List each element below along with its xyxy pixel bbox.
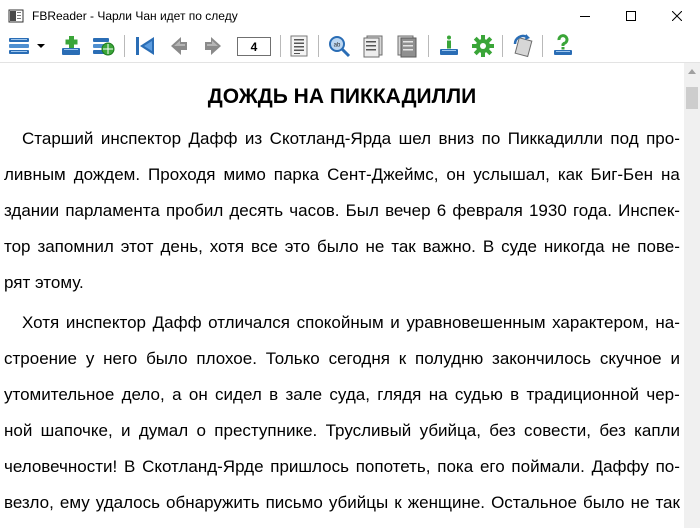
network-library-button[interactable]	[90, 33, 116, 59]
rotate-button[interactable]	[510, 33, 536, 59]
window-controls	[562, 0, 700, 31]
close-icon	[672, 10, 682, 21]
svg-text:ab: ab	[334, 43, 341, 49]
text-line: везло, ему удалось обнаружить письмо убийцы к ж…	[4, 493, 680, 512]
forward-icon	[205, 37, 221, 55]
table-of-contents-button[interactable]	[286, 33, 312, 59]
text-line: здании парламента пробил десять часов. Был веч…	[4, 201, 680, 220]
dropdown-arrow-icon	[37, 44, 45, 48]
text-line: рят этому.	[4, 273, 84, 292]
book-info-button[interactable]	[436, 33, 462, 59]
library-button[interactable]	[6, 33, 32, 59]
settings-icon	[472, 35, 494, 57]
network-library-icon	[93, 38, 115, 56]
back-icon	[171, 37, 187, 55]
go-to-start-icon	[136, 37, 154, 55]
maximize-icon	[626, 10, 636, 21]
back-button[interactable]	[166, 33, 192, 59]
go-to-start-button[interactable]	[132, 33, 158, 59]
page-number-input[interactable]	[237, 37, 271, 56]
table-of-contents-icon	[290, 35, 308, 57]
help-icon	[554, 34, 572, 55]
help-button[interactable]	[550, 33, 576, 59]
toolbar-separator	[318, 35, 319, 57]
scroll-up-arrow-icon	[688, 69, 696, 74]
minimize-icon	[580, 15, 590, 17]
text-line: тор запомнил этот день, хотя все это было не так в…	[4, 237, 680, 256]
search-icon: ab	[329, 36, 351, 58]
forward-button[interactable]	[200, 33, 226, 59]
book-page[interactable]: ДОЖДЬ НА ПИККАДИЛЛИ Старший инспектор Дафф…	[0, 63, 684, 528]
next-page-icon	[397, 35, 417, 58]
previous-page-icon	[363, 35, 383, 58]
toolbar-separator	[124, 35, 125, 57]
library-dropdown-button[interactable]	[34, 33, 48, 59]
chapter-title: ДОЖДЬ НА ПИККАДИЛЛИ	[207, 85, 477, 108]
app-icon	[8, 9, 24, 22]
toolbar: ab	[0, 31, 700, 63]
text-line: ливным дождем. Проходя мимо парка Сент-Джеймс…	[4, 165, 680, 184]
scrollbar-thumb[interactable]	[686, 87, 698, 109]
vertical-scrollbar[interactable]	[684, 63, 700, 528]
rotate-icon	[513, 34, 533, 58]
text-line: строение у него было плохое. Только сегодня к по…	[4, 349, 680, 368]
scroll-up-button[interactable]	[684, 63, 700, 80]
maximize-button[interactable]	[608, 0, 654, 31]
window-title: FBReader - Чарли Чан идет по следу	[32, 8, 238, 23]
next-page-button[interactable]	[394, 33, 420, 59]
text-line: утомительное дело, а он сидел в зале суда, глядя…	[4, 385, 680, 404]
text-line: Хотя инспектор Дафф отличался спокойным и урав…	[22, 313, 680, 332]
close-button[interactable]	[654, 0, 700, 31]
add-book-icon	[62, 36, 80, 55]
text-line: ной шапочке, и думал о преступнике. Трусливый у…	[4, 421, 680, 440]
previous-page-button[interactable]	[360, 33, 386, 59]
book-info-icon	[440, 35, 458, 55]
search-button[interactable]: ab	[326, 33, 352, 59]
text-line: Старший инспектор Дафф из Скотланд-Ярда шел вн…	[22, 129, 680, 148]
toolbar-separator	[502, 35, 503, 57]
toolbar-separator	[428, 35, 429, 57]
settings-button[interactable]	[470, 33, 496, 59]
minimize-button[interactable]	[562, 0, 608, 31]
toolbar-separator	[280, 35, 281, 57]
library-icon	[9, 38, 29, 54]
text-line: человечности! В Скотланд-Ярде пришлось попот…	[4, 457, 680, 476]
add-book-button[interactable]	[58, 33, 84, 59]
title-bar: FBReader - Чарли Чан идет по следу	[0, 0, 700, 31]
toolbar-separator	[542, 35, 543, 57]
